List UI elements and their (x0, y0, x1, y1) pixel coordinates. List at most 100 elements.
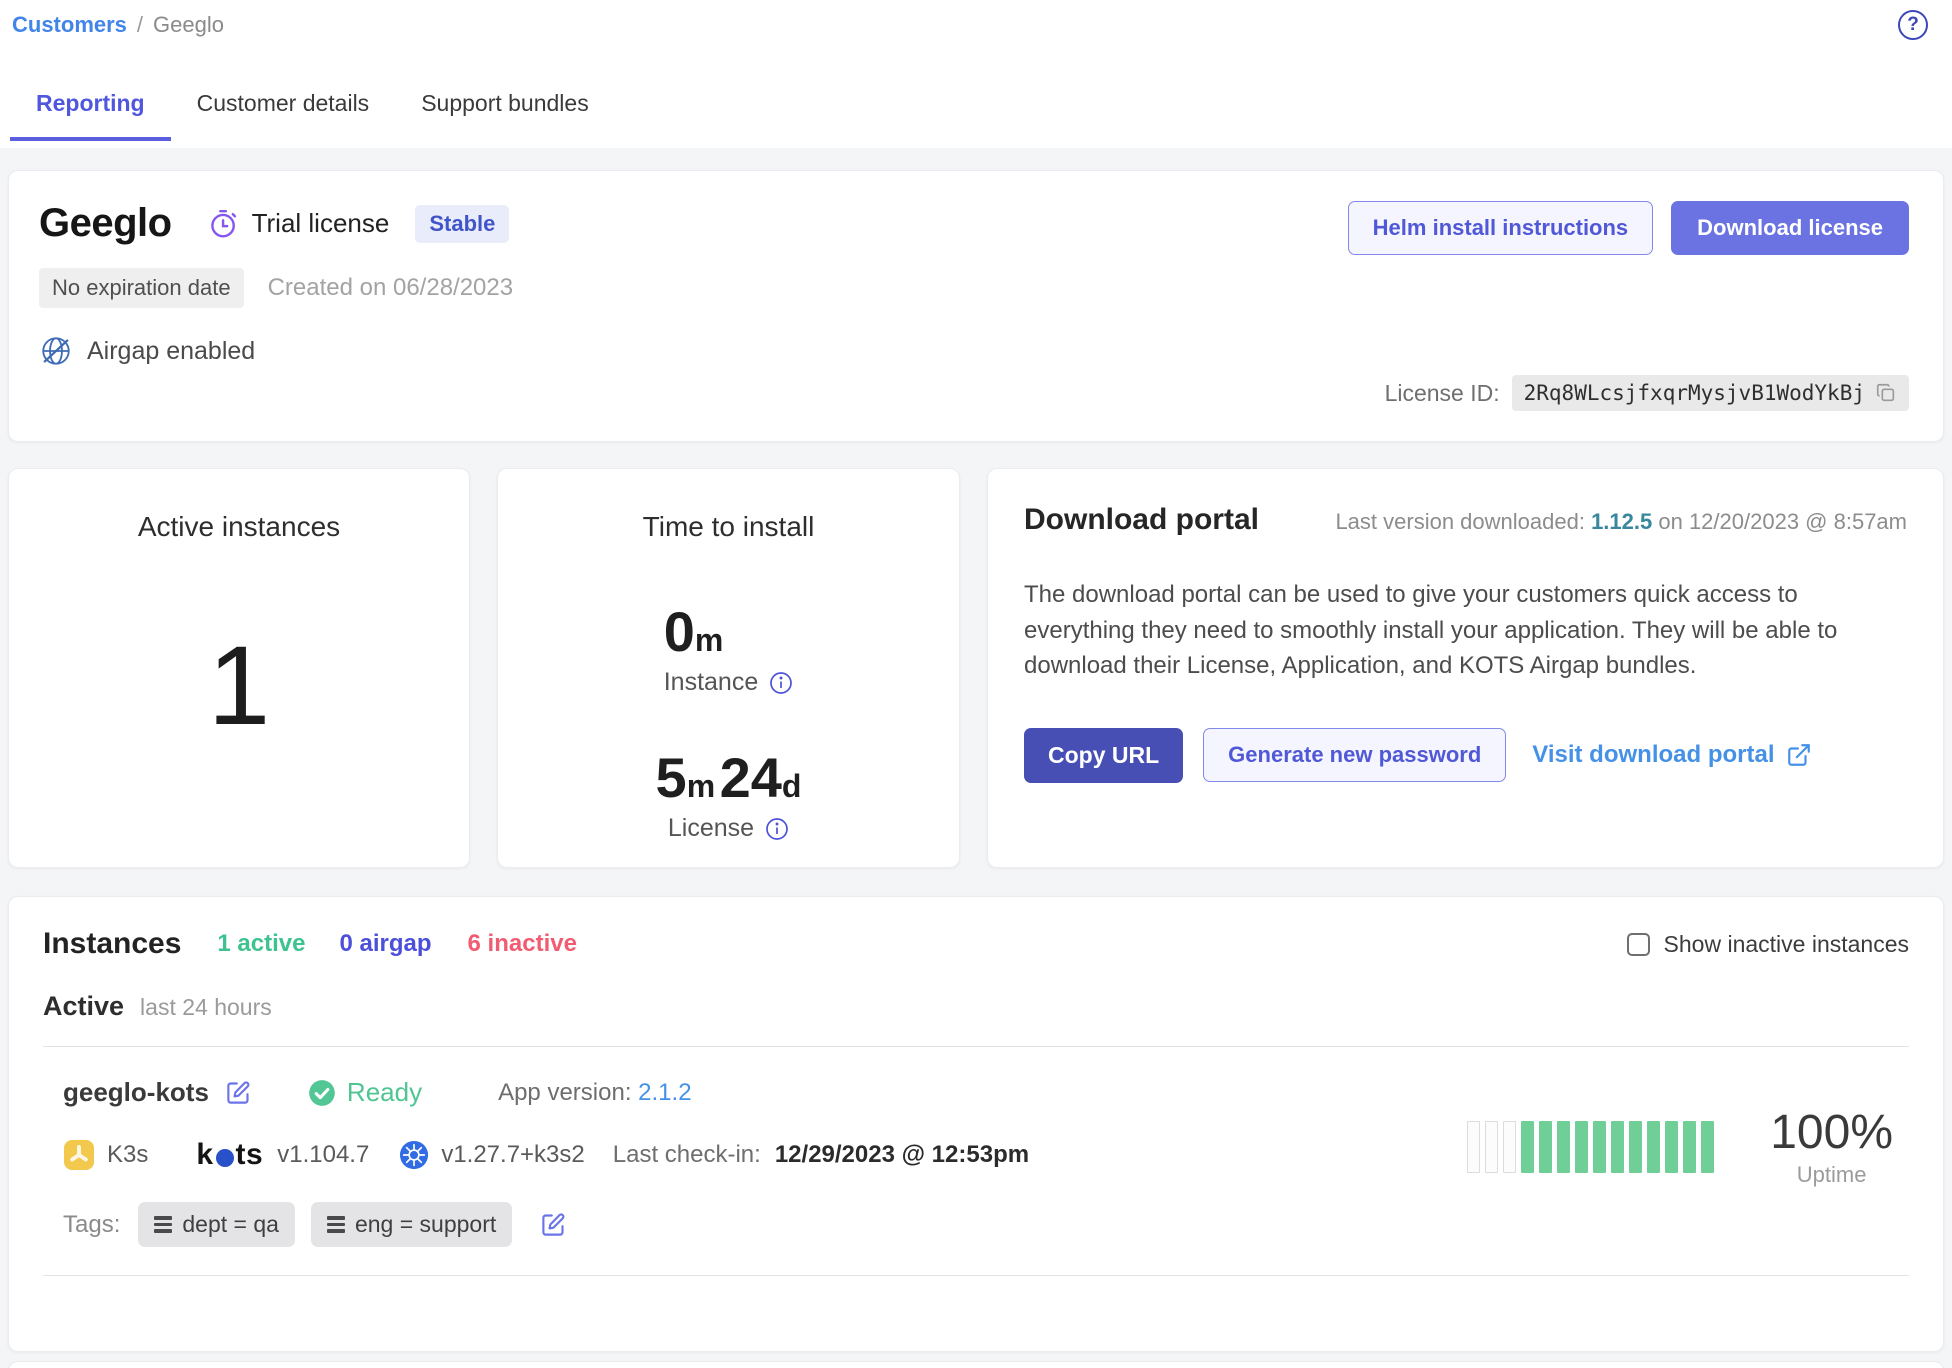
license-id-value: 2Rq8WLcsjfxqrMysjvB1WodYkBj (1524, 381, 1865, 405)
airgap-globe-icon (39, 334, 73, 368)
instance-time-unit: m (695, 622, 723, 658)
uptime-bar (1683, 1121, 1696, 1173)
top-header: Customers / Geeglo ? Reporting Customer … (0, 0, 1952, 148)
license-type-label: Trial license (252, 208, 390, 239)
helm-install-instructions-button[interactable]: Helm install instructions (1348, 201, 1654, 255)
uptime-bar (1647, 1121, 1660, 1173)
show-inactive-toggle[interactable]: Show inactive instances (1627, 931, 1909, 958)
active-instances-value: 1 (208, 621, 270, 750)
inactive-count[interactable]: 6 inactive (468, 930, 577, 958)
download-license-button[interactable]: Download license (1671, 201, 1909, 255)
stats-row: Active instances 1 Time to install 0m In… (8, 468, 1944, 868)
customer-header-left: Geeglo Trial license Stable No exp (39, 201, 513, 411)
kots-logo: k ts (196, 1138, 263, 1172)
active-count[interactable]: 1 active (217, 930, 305, 958)
copy-url-button[interactable]: Copy URL (1024, 728, 1183, 783)
breadcrumb: Customers / Geeglo (10, 12, 1928, 38)
instances-header: Instances 1 active 0 airgap 6 inactive S… (43, 927, 1909, 961)
license-id-chip: 2Rq8WLcsjfxqrMysjvB1WodYkBj (1512, 375, 1909, 411)
instance-title-row: geeglo-kots (63, 1077, 1029, 1108)
instance-status: Ready (308, 1077, 422, 1108)
breadcrumb-separator: / (137, 12, 143, 38)
kots-logo-ts: ts (236, 1138, 264, 1172)
uptime-bar (1665, 1121, 1678, 1173)
show-inactive-checkbox[interactable] (1627, 933, 1650, 956)
breadcrumb-current: Geeglo (153, 12, 224, 38)
airgap-count[interactable]: 0 airgap (339, 930, 431, 958)
license-time-value-2: 24 (720, 746, 782, 809)
time-to-install-title: Time to install (643, 511, 815, 543)
app-version-label: App version: (498, 1079, 631, 1106)
customer-meta-row: No expiration date Created on 06/28/2023 (39, 268, 513, 308)
last-version-date: on 12/20/2023 @ 8:57am (1658, 509, 1907, 534)
instance-install-time: 0m Instance (664, 599, 794, 697)
download-portal-title: Download portal (1024, 503, 1259, 537)
license-info-icon[interactable] (765, 817, 789, 841)
expiration-badge: No expiration date (39, 268, 244, 308)
airgap-row: Airgap enabled (39, 334, 513, 368)
tag-label: dept = qa (182, 1211, 279, 1238)
edit-instance-name-icon[interactable] (225, 1079, 252, 1106)
license-install-time: 5m 24d License (656, 745, 802, 843)
show-inactive-label: Show inactive instances (1664, 931, 1909, 958)
download-portal-card: Download portal Last version downloaded:… (987, 468, 1944, 868)
visit-download-portal-link[interactable]: Visit download portal (1532, 741, 1811, 769)
uptime-bar (1521, 1121, 1534, 1173)
tags-label: Tags: (63, 1211, 120, 1239)
instance-name: geeglo-kots (63, 1077, 209, 1108)
visit-download-portal-label: Visit download portal (1532, 741, 1774, 769)
active-section-sublabel: last 24 hours (140, 994, 272, 1021)
k8s-version: v1.27.7+k3s2 (441, 1141, 584, 1169)
instances-title: Instances (43, 927, 181, 961)
generate-new-password-button[interactable]: Generate new password (1203, 728, 1506, 782)
license-time-value-1: 5 (656, 746, 687, 809)
last-version-link[interactable]: 1.12.5 (1591, 509, 1652, 534)
active-section-header: Active last 24 hours (43, 991, 1909, 1022)
license-id-label: License ID: (1385, 380, 1500, 407)
tags-list: dept = qa eng = support (138, 1202, 512, 1247)
tag-pill[interactable]: eng = support (311, 1202, 512, 1247)
tab-customer-details[interactable]: Customer details (171, 74, 396, 141)
distribution-label: K3s (107, 1141, 148, 1169)
breadcrumb-customers-link[interactable]: Customers (12, 12, 127, 38)
active-instances-card: Active instances 1 (8, 468, 470, 868)
time-to-install-card: Time to install 0m Instance 5m 24d (497, 468, 960, 868)
divider (43, 1275, 1909, 1276)
instance-tags-row: Tags: dept = qa eng = support (63, 1202, 1029, 1247)
instance-uptime: 100% Uptime (1467, 1105, 1899, 1188)
license-id-row: License ID: 2Rq8WLcsjfxqrMysjvB1WodYkBj (1385, 375, 1909, 411)
page-content: Geeglo Trial license Stable No exp (0, 148, 1952, 1368)
tag-pill[interactable]: dept = qa (138, 1202, 295, 1247)
uptime-bar (1629, 1121, 1642, 1173)
uptime-bar (1575, 1121, 1588, 1173)
app-version-link[interactable]: 2.1.2 (638, 1079, 691, 1106)
tab-reporting[interactable]: Reporting (10, 74, 171, 141)
license-type: Trial license (208, 208, 390, 240)
download-portal-actions: Copy URL Generate new password Visit dow… (1024, 728, 1907, 783)
download-portal-header: Download portal Last version downloaded:… (1024, 503, 1907, 537)
last-checkin-value: 12/29/2023 @ 12:53pm (775, 1141, 1029, 1169)
uptime-bar (1539, 1121, 1552, 1173)
instance-info-icon[interactable] (769, 671, 793, 695)
instances-card: Instances 1 active 0 airgap 6 inactive S… (8, 896, 1944, 1352)
customer-name: Geeglo (39, 201, 172, 246)
copy-icon[interactable] (1875, 382, 1897, 404)
customer-title-row: Geeglo Trial license Stable (39, 201, 513, 246)
active-instances-title: Active instances (138, 511, 340, 543)
uptime-bar (1503, 1121, 1516, 1173)
edit-tags-icon[interactable] (540, 1211, 567, 1238)
help-icon[interactable]: ? (1898, 10, 1928, 40)
channel-badge: Stable (415, 205, 509, 243)
k3s-icon (63, 1139, 95, 1171)
external-link-icon (1786, 742, 1812, 768)
kubernetes-icon (399, 1140, 429, 1170)
customer-header-right: Helm install instructions Download licen… (1348, 201, 1909, 411)
header-buttons: Helm install instructions Download licen… (1348, 201, 1909, 255)
instance-row: geeglo-kots (43, 1047, 1909, 1275)
instance-versions-row: K3s k ts v1.104.7 (63, 1138, 1029, 1172)
uptime-label: Uptime (1770, 1162, 1893, 1188)
tab-support-bundles[interactable]: Support bundles (395, 74, 615, 141)
license-time-unit-1: m (687, 768, 715, 804)
uptime-summary: 100% Uptime (1770, 1105, 1893, 1188)
active-section-label: Active (43, 991, 124, 1022)
